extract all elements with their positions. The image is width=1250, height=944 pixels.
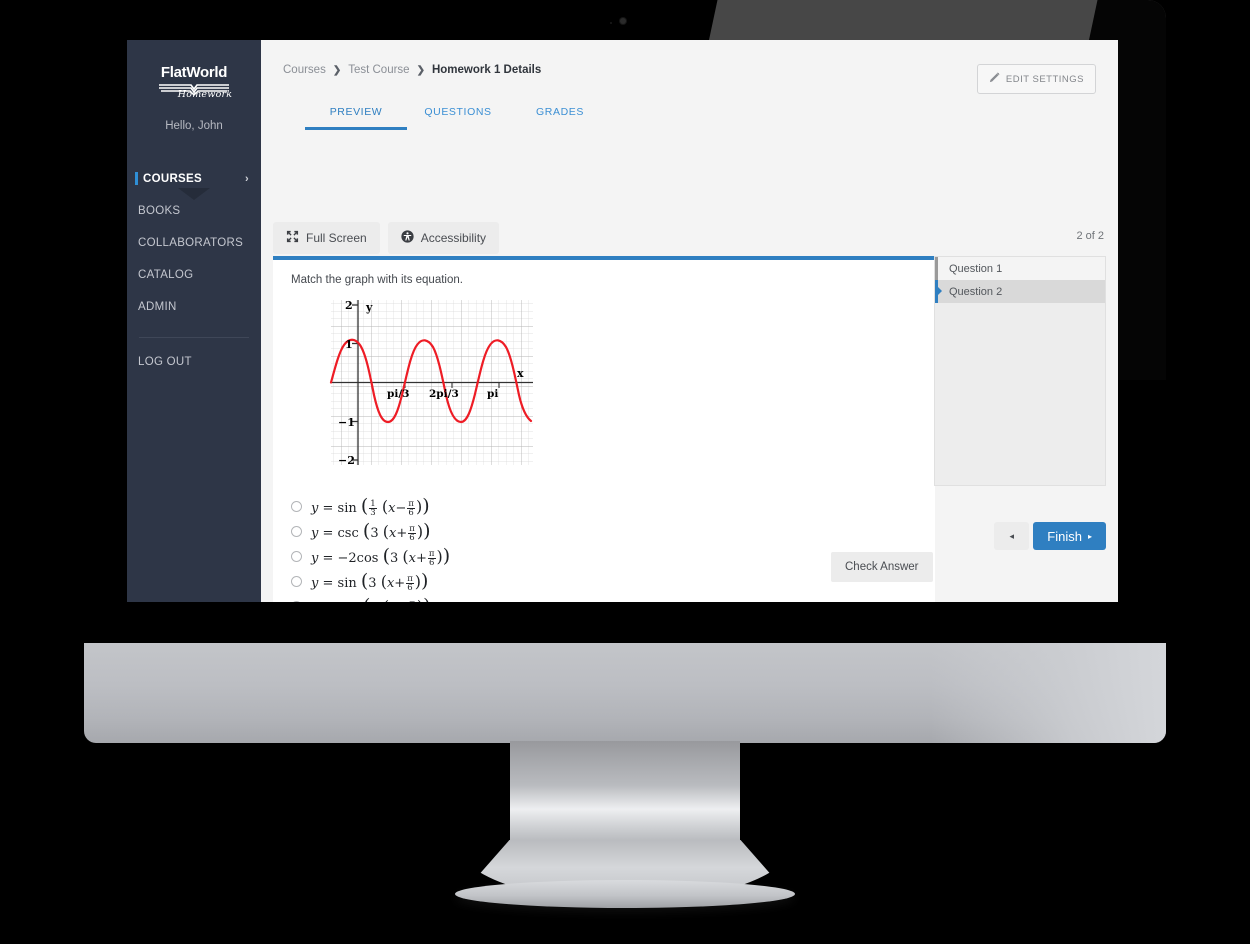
edit-settings-label: EDIT SETTINGS — [1005, 73, 1084, 85]
main-area: Courses ❯ Test Course ❯ Homework 1 Detai… — [261, 40, 1118, 602]
preview-toolbar: Full Screen Accessibility — [273, 222, 500, 254]
svg-text:x: x — [517, 367, 524, 380]
sidebar-item-catalog[interactable]: CATALOG — [127, 259, 261, 291]
logo[interactable]: FlatWorld Homework — [127, 40, 261, 100]
breadcrumb-current: Homework 1 Details — [431, 64, 542, 76]
sidebar-item-label: COLLABORATORS — [138, 237, 244, 249]
monitor-stand-neck — [510, 741, 740, 851]
full-screen-button[interactable]: Full Screen — [273, 222, 380, 254]
webcam-icon — [620, 18, 626, 24]
row-marker — [935, 257, 938, 280]
sidebar-item-label: LOG OUT — [138, 356, 192, 368]
tab-grades[interactable]: GRADES — [509, 106, 611, 130]
question-list-item-1[interactable]: Question 1 — [935, 257, 1105, 280]
chevron-right-icon: › — [245, 172, 249, 185]
logo-brand-text: FlatWorld — [160, 64, 228, 81]
svg-text:2: 2 — [345, 299, 353, 312]
radio-button[interactable] — [291, 601, 302, 602]
question-list: Question 1 Question 2 — [934, 256, 1106, 486]
option-b-equation: y = csc (3 (x+ π 6)) — [311, 519, 431, 544]
svg-text:1: 1 — [345, 338, 353, 351]
sidebar-notch — [178, 188, 210, 200]
svg-text:y: y — [365, 301, 373, 314]
accessibility-icon — [401, 230, 414, 246]
tab-questions[interactable]: QUESTIONS — [407, 106, 509, 130]
answer-options: y = sin (1 3 (x− π 6)) y = csc (3 (x+ π 6)) — [291, 494, 450, 602]
radio-button[interactable] — [291, 551, 302, 562]
question-panel: Match the graph with its equation. 2 1 −… — [273, 256, 935, 602]
full-screen-label: Full Screen — [306, 231, 367, 245]
top-bar: Courses ❯ Test Course ❯ Homework 1 Detai… — [261, 40, 1118, 130]
finish-button[interactable]: Finish ▸ — [1033, 522, 1106, 550]
radio-button[interactable] — [291, 501, 302, 512]
sidebar-divider — [139, 337, 249, 338]
sidebar-item-logout[interactable]: LOG OUT — [127, 346, 261, 378]
finish-label: Finish — [1047, 528, 1082, 544]
row-marker-active — [935, 280, 942, 303]
breadcrumb-course[interactable]: Test Course — [348, 64, 409, 76]
check-answer-button[interactable]: Check Answer — [831, 552, 933, 582]
option-c[interactable]: y = −2cos (3 (x+ π 6)) — [291, 544, 450, 569]
sidebar-item-label: ADMIN — [138, 301, 177, 313]
question-counter: 2 of 2 — [1076, 230, 1104, 242]
sidebar-item-label: CATALOG — [138, 269, 194, 281]
question-prompt: Match the graph with its equation. — [291, 274, 463, 286]
option-e-equation: y = tan (3 (x−π6)) — [311, 595, 431, 602]
question-list-label: Question 1 — [949, 262, 1003, 275]
expand-arrows-icon — [286, 230, 299, 246]
sidebar-item-label: BOOKS — [138, 205, 181, 217]
open-book-icon — [157, 82, 231, 98]
pencil-icon — [989, 72, 1000, 86]
option-a-equation: y = sin (1 3 (x− π 6)) — [311, 494, 430, 519]
active-indicator — [135, 172, 138, 185]
radio-button[interactable] — [291, 526, 302, 537]
option-d-equation: y = sin (3 (x+ π 6)) — [311, 569, 429, 594]
accessibility-label: Accessibility — [420, 231, 487, 245]
graph-svg: 2 1 −1 −2 y x pi/3 2pi/3 pi — [329, 299, 533, 467]
svg-text:−2: −2 — [338, 454, 355, 467]
previous-question-button[interactable]: ◂ — [994, 522, 1030, 550]
question-list-label: Question 2 — [949, 285, 1003, 298]
sidebar: FlatWorld Homework Hello, John COURSES ›… — [127, 40, 261, 602]
question-list-item-2[interactable]: Question 2 — [935, 280, 1105, 303]
option-b[interactable]: y = csc (3 (x+ π 6)) — [291, 519, 450, 544]
option-a[interactable]: y = sin (1 3 (x− π 6)) — [291, 494, 450, 519]
chevron-right-icon: ❯ — [416, 64, 425, 76]
accessibility-button[interactable]: Accessibility — [387, 222, 500, 254]
screenshot-stage: FlatWorld Homework Hello, John COURSES ›… — [0, 0, 1250, 944]
option-c-equation: y = −2cos (3 (x+ π 6)) — [311, 544, 451, 569]
tab-preview[interactable]: PREVIEW — [305, 106, 407, 130]
monitor-screen: FlatWorld Homework Hello, John COURSES ›… — [127, 40, 1118, 602]
option-e[interactable]: y = tan (3 (x−π6)) — [291, 594, 450, 602]
svg-text:pi/3: pi/3 — [387, 388, 409, 400]
edit-settings-button[interactable]: EDIT SETTINGS — [976, 64, 1096, 94]
arrow-right-icon: ▸ — [1087, 531, 1092, 541]
sidebar-item-admin[interactable]: ADMIN — [127, 291, 261, 323]
sidebar-item-collaborators[interactable]: COLLABORATORS — [127, 227, 261, 259]
chevron-right-icon: ❯ — [332, 64, 342, 76]
option-d[interactable]: y = sin (3 (x+ π 6)) — [291, 569, 450, 594]
svg-text:−1: −1 — [338, 416, 355, 429]
sidebar-item-label: COURSES — [143, 172, 202, 185]
svg-text:2pi/3: 2pi/3 — [429, 388, 459, 400]
question-graph: 2 1 −1 −2 y x pi/3 2pi/3 pi — [311, 296, 536, 469]
content-area: Full Screen Accessibility 2 of 2 Match t… — [261, 130, 1118, 602]
greeting-text: Hello, John — [165, 120, 223, 132]
question-nav-buttons: ◂ Finish ▸ — [994, 522, 1106, 550]
monitor-chin — [84, 643, 1166, 743]
tab-bar: PREVIEW QUESTIONS GRADES — [305, 106, 1118, 130]
radio-button[interactable] — [291, 576, 302, 587]
breadcrumb-root[interactable]: Courses — [283, 64, 326, 76]
svg-text:pi: pi — [487, 388, 498, 400]
monitor-stand-base — [455, 880, 795, 908]
